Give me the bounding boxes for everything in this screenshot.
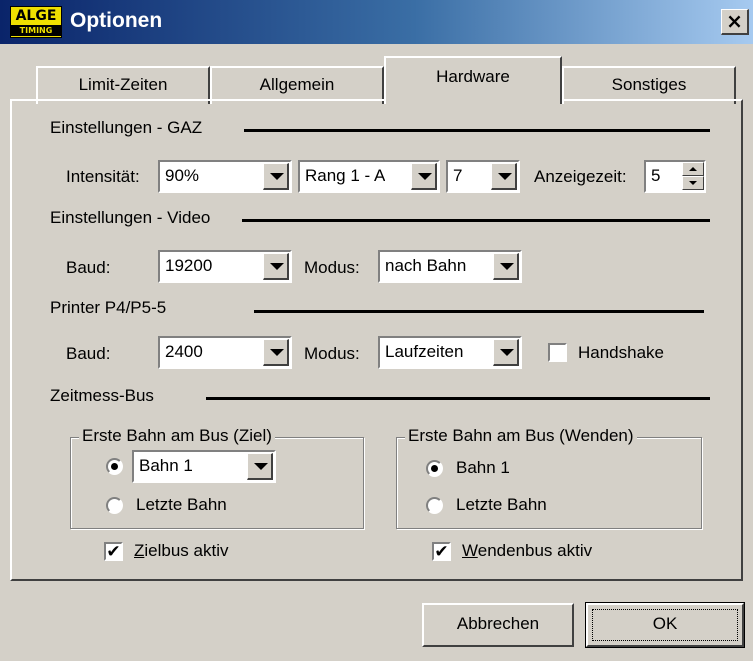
app-logo-text: ALGE [15,8,57,24]
cancel-button-label: Abbrechen [456,614,540,633]
hardware-tab-panel [10,99,743,581]
tab-label: Limit-Zeiten [78,75,168,94]
ok-button[interactable]: OK [585,602,745,648]
tab-label: Allgemein [259,75,335,94]
app-logo: ALGE TIMING [10,6,62,38]
tab-label: Hardware [436,67,510,86]
focus-rectangle [592,609,738,641]
window-title: Optionen [70,9,163,32]
app-logo-subtext: TIMING [11,25,61,36]
tab-label: Sonstiges [611,75,687,94]
close-button[interactable]: × [721,9,749,35]
tab-hardware[interactable]: Hardware [384,56,562,104]
close-icon: × [726,9,743,33]
title-bar[interactable]: ALGE TIMING Optionen × [0,0,753,44]
cancel-button[interactable]: Abbrechen [422,603,574,647]
